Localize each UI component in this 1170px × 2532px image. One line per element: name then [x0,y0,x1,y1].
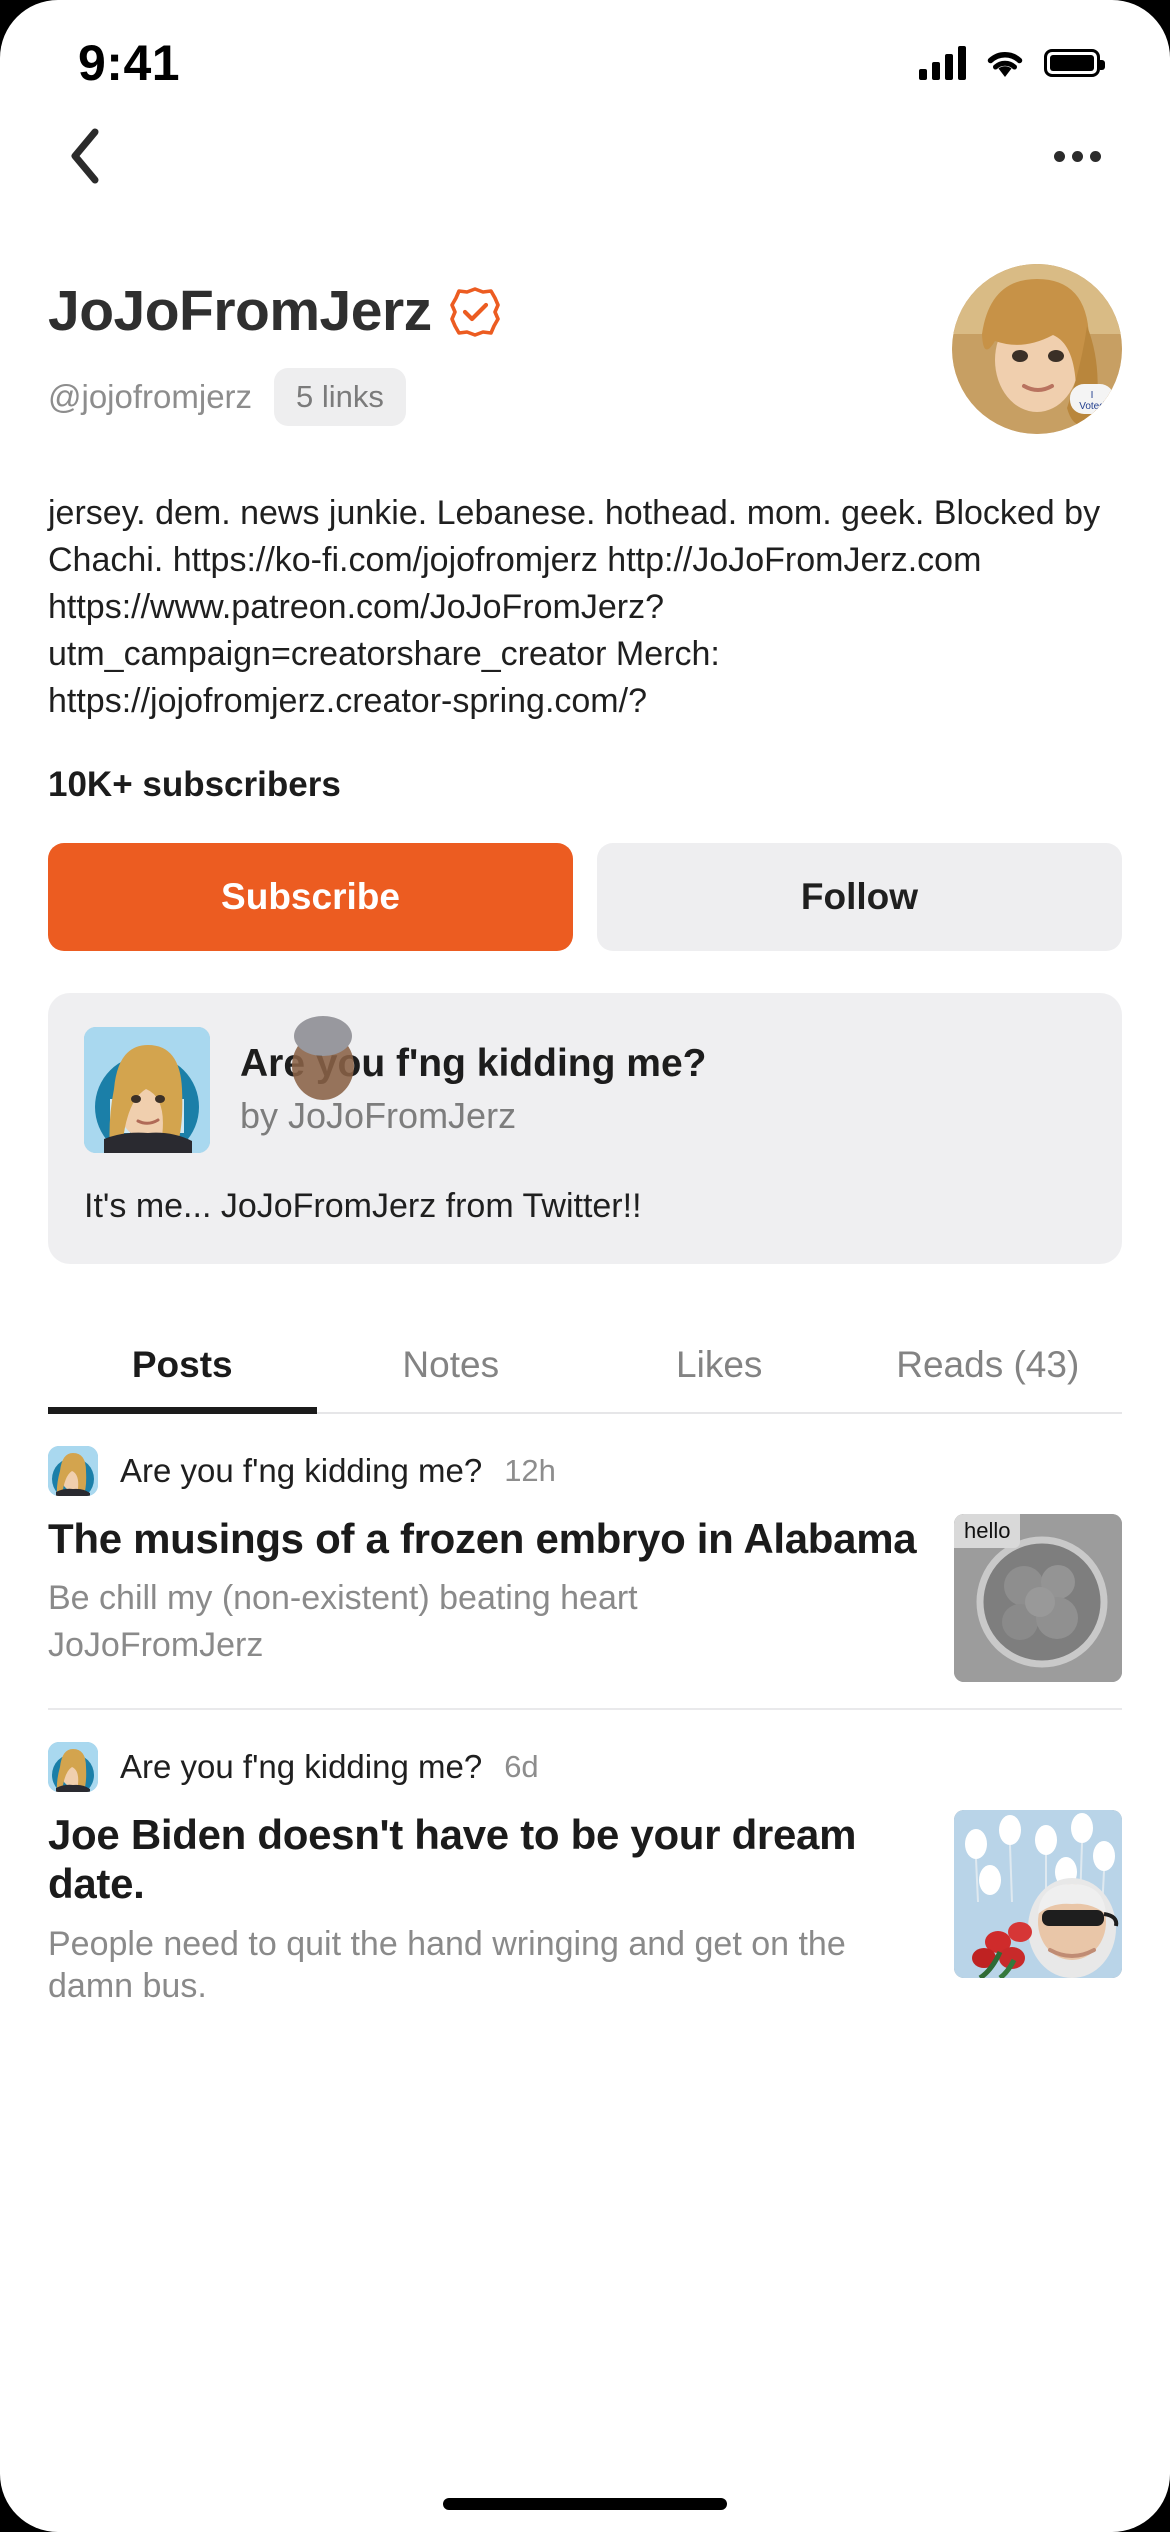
post-thumbnail-biden[interactable] [954,1809,1122,1978]
subscribe-button[interactable]: Subscribe [48,842,573,951]
cellular-bars-icon [919,46,966,80]
publication-byline: by JoJoFromJerz [240,1094,517,1136]
ellipsis-horizontal-icon [1053,150,1065,162]
svg-text:I: I [1091,390,1094,401]
post-subtitle: Be chill my (non-existent) beating heart [48,1579,638,1618]
publication-card-text: Are you f'ng kidding me? by JoJoFromJerz [240,1042,706,1137]
profile-action-buttons: Subscribe Follow [48,842,1122,951]
profile-section: JoJoFromJerz @jojofromjerz 5 links I Vot… [0,204,1170,1414]
profile-handle-row: @jojofromjerz 5 links [48,367,932,426]
chevron-left-icon [71,128,99,184]
post-thumbnail-embryo[interactable]: hello [954,1513,1122,1682]
publication-thumbnail [84,1026,210,1153]
publication-description: It's me... JoJoFromJerz from Twitter!! [84,1186,642,1225]
profile-avatar-image: I Voted [952,264,1122,434]
profile-handle: @jojofromjerz [48,377,253,415]
post-feed: Are you f'ng kidding me? 12h The musings… [0,1414,1170,2034]
tab-reads[interactable]: Reads (43) [854,1322,1123,1412]
publication-title: Are you f'ng kidding me? [240,1042,707,1086]
post-publication-name: Are you f'ng kidding me? [120,1451,483,1489]
post-body: The musings of a frozen embryo in Alabam… [48,1513,1122,1682]
post-body: Joe Biden doesn't have to be your dream … [48,1809,1122,2008]
tab-likes[interactable]: Likes [585,1322,854,1412]
publication-card-header: Are you f'ng kidding me? by JoJoFromJerz [84,1026,1086,1153]
more-options-button[interactable] [1042,121,1112,191]
page-title: JoJoFromJerz [48,279,432,343]
phone-screen: 9:41 JoJoFromJerz @jojofromjerz 5 links … [0,0,1170,2532]
profile-tabs: Posts Notes Likes Reads (43) [48,1322,1122,1414]
post-publication-avatar [48,1741,98,1792]
profile-bio: jersey. dem. news junkie. Lebanese. hoth… [48,494,1101,720]
battery-full-icon [1044,49,1105,77]
subscriber-count: 10K+ subscribers [48,764,341,804]
tab-notes[interactable]: Notes [317,1322,586,1412]
links-badge[interactable]: 5 links [274,367,406,426]
home-indicator [443,2498,727,2510]
tab-posts[interactable]: Posts [48,1322,317,1414]
avatar[interactable]: I Voted [952,264,1122,434]
post-timestamp: 12h [504,1452,556,1488]
back-button[interactable] [50,121,120,191]
status-bar: 9:41 [0,0,1170,108]
follow-button[interactable]: Follow [597,842,1122,951]
publication-card[interactable]: Are you f'ng kidding me? by JoJoFromJerz… [48,992,1122,1264]
status-bar-time: 9:41 [78,35,181,91]
post-text-block: The musings of a frozen embryo in Alabam… [48,1514,924,1682]
profile-header-row: JoJoFromJerz @jojofromjerz 5 links I Vot… [48,264,1122,434]
list-item[interactable]: Are you f'ng kidding me? 6d Joe Biden do… [48,1710,1122,2034]
post-publication-name: Are you f'ng kidding me? [120,1747,483,1785]
post-timestamp: 6d [504,1748,539,1784]
verified-badge-icon [449,287,500,337]
list-item[interactable]: Are you f'ng kidding me? 12h The musings… [48,1414,1122,1710]
svg-text:Voted: Voted [1079,401,1105,412]
post-header: Are you f'ng kidding me? 6d [48,1741,1122,1792]
post-title[interactable]: Joe Biden doesn't have to be your dream … [48,1810,924,1909]
navigation-bar [0,108,1170,204]
post-publication-avatar [48,1445,98,1496]
wifi-icon [984,47,1026,79]
status-bar-indicators [919,46,1105,80]
post-subtitle: People need to quit the hand wringing an… [48,1924,846,2006]
post-title[interactable]: The musings of a frozen embryo in Alabam… [48,1514,924,1564]
post-author: JoJoFromJerz [48,1625,264,1664]
post-header: Are you f'ng kidding me? 12h [48,1445,1122,1496]
profile-name-row: JoJoFromJerz [48,279,932,343]
post-image-caption: hello [954,1513,1021,1548]
profile-identity: JoJoFromJerz @jojofromjerz 5 links [48,264,932,426]
post-text-block: Joe Biden doesn't have to be your dream … [48,1810,924,2008]
